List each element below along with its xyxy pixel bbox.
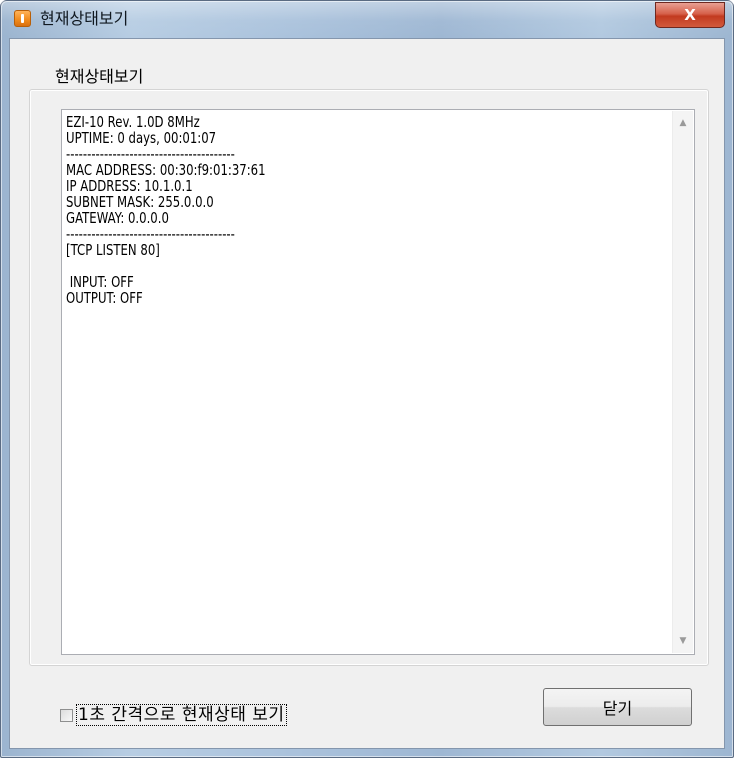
status-line-blank — [66, 258, 537, 274]
status-line-subnet-mask: SUBNET MASK: 255.0.0.0 — [66, 193, 214, 211]
close-button[interactable]: 닫기 — [543, 688, 692, 726]
auto-refresh-label[interactable]: 1초 간격으로 현재상태 보기 — [76, 704, 287, 726]
groupbox-label: 현재상태보기 — [52, 66, 147, 88]
status-text-content: EZI-10 Rev. 1.0D 8MHz UPTIME: 0 days, 00… — [66, 114, 670, 650]
status-line-ip-address: IP ADDRESS: 10.1.0.1 — [66, 177, 193, 195]
app-icon — [14, 10, 31, 27]
scroll-down-icon[interactable]: ▼ — [673, 631, 693, 651]
status-line-separator: ---------------------------------------- — [66, 225, 235, 243]
status-line-tcp-listen: [TCP LISTEN 80] — [66, 241, 160, 259]
auto-refresh-checkbox[interactable] — [60, 708, 73, 722]
status-line-mac-address: MAC ADDRESS: 00:30:f9:01:37:61 — [66, 161, 266, 179]
status-line-uptime: UPTIME: 0 days, 00:01:07 — [66, 129, 217, 147]
window-title: 현재상태보기 — [40, 9, 129, 28]
vertical-scrollbar[interactable]: ▲ ▼ — [672, 111, 693, 653]
status-text-area[interactable]: EZI-10 Rev. 1.0D 8MHz UPTIME: 0 days, 00… — [61, 109, 695, 655]
status-line-input: INPUT: OFF — [66, 273, 134, 291]
status-line-device: EZI-10 Rev. 1.0D 8MHz — [66, 114, 200, 131]
auto-refresh-option[interactable]: 1초 간격으로 현재상태 보기 — [60, 704, 287, 726]
title-bar[interactable]: 현재상태보기 X — [1, 1, 733, 37]
status-line-output: OUTPUT: OFF — [66, 289, 143, 307]
status-line-gateway: GATEWAY: 0.0.0.0 — [66, 209, 169, 227]
scroll-up-icon[interactable]: ▲ — [673, 113, 693, 133]
status-line-separator: ---------------------------------------- — [66, 145, 235, 163]
close-icon: X — [684, 6, 696, 24]
window-close-button[interactable]: X — [655, 2, 725, 28]
